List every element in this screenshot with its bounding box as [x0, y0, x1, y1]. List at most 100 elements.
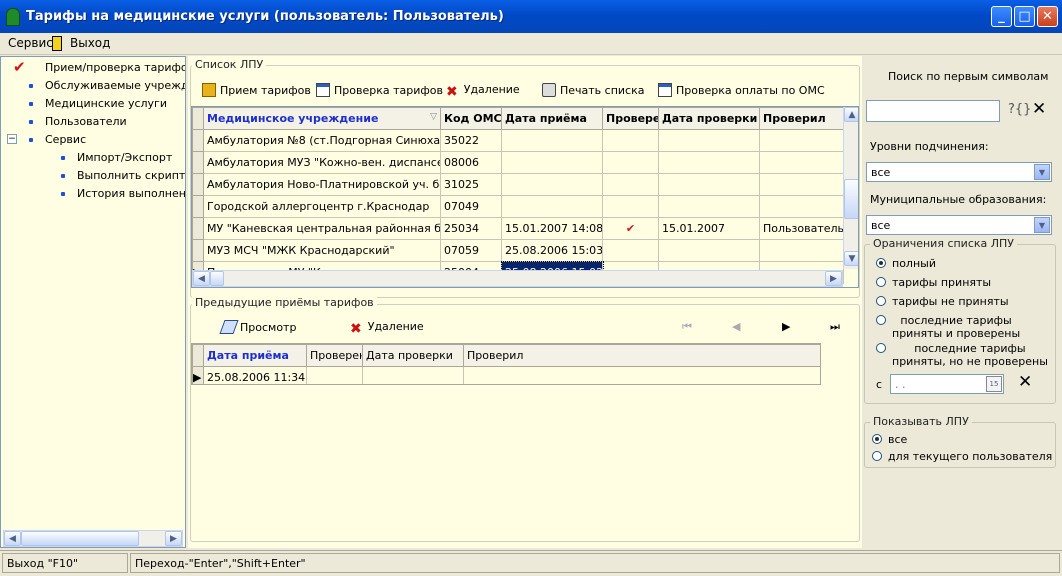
cell-oms-code[interactable]: 31025 — [440, 173, 502, 196]
cell-oms-code[interactable]: 07049 — [440, 195, 502, 218]
menu-service[interactable]: Сервис — [8, 36, 53, 50]
tree-item[interactable]: − Сервис — [1, 131, 185, 149]
cell-checked[interactable]: ✔ — [602, 217, 659, 240]
scroll-up-button[interactable]: ▲ — [844, 107, 858, 122]
cell-oms-code[interactable]: 25034 — [440, 217, 502, 240]
table-row[interactable]: ▶25.08.2006 11:34:52 — [192, 366, 820, 384]
cell-check-date[interactable]: 15.01.2007 — [658, 217, 760, 240]
radio-button[interactable] — [872, 451, 882, 461]
radio-button[interactable] — [876, 258, 886, 268]
cell-institution[interactable]: Амбулатория №8 (ст.Подгорная Синюха), От… — [203, 129, 441, 152]
tree-item[interactable]: Медицинские услуги — [1, 95, 185, 113]
tree-item[interactable]: Выполнить скрипт — [1, 167, 185, 185]
cell-checker[interactable] — [759, 129, 844, 152]
column-header[interactable]: Проверил — [759, 107, 844, 130]
maximize-button[interactable]: □ — [1014, 6, 1035, 27]
tree-item[interactable]: История выполнения скриптов — [1, 185, 185, 203]
title-bar[interactable]: Тарифы на медицинские услуги (пользовате… — [0, 0, 1062, 33]
column-header[interactable]: Код ОМС — [440, 107, 502, 130]
cell-check-date[interactable] — [658, 173, 760, 196]
cell-receive-date[interactable] — [501, 195, 603, 218]
scroll-down-button[interactable]: ▼ — [844, 251, 858, 266]
scroll-thumb[interactable] — [210, 271, 224, 286]
cell-checker[interactable] — [759, 239, 844, 262]
lpu-vscrollbar[interactable]: ▲ ▼ — [843, 107, 858, 269]
cell-institution[interactable]: Амбулатория МУЗ "Кожно-вен. диспансер", … — [203, 151, 441, 174]
table-row[interactable]: МУ "Каневская центральная районная больн… — [192, 217, 844, 240]
tree-item[interactable]: Импорт/Экспорт — [1, 149, 185, 167]
radio-button[interactable] — [876, 343, 886, 353]
scroll-thumb[interactable] — [844, 179, 858, 219]
chevron-down-icon[interactable]: ▼ — [1034, 217, 1050, 233]
radio-button[interactable] — [872, 434, 882, 444]
nav-prev-button[interactable]: ◀ — [732, 320, 740, 333]
clear-search-icon[interactable]: ✕ — [1032, 99, 1046, 119]
levels-select[interactable]: все ▼ — [866, 162, 1052, 182]
column-header[interactable]: Проверен — [602, 107, 659, 130]
cell-institution[interactable]: Городской аллергоцентр г.Краснодар — [203, 195, 441, 218]
scroll-thumb[interactable] — [21, 531, 139, 546]
cell-receive-date[interactable]: 25.08.2006 15:03:10 — [501, 239, 603, 262]
column-header[interactable]: Медицинское учреждение ▽ — [203, 107, 441, 130]
cell-check-date[interactable] — [658, 129, 760, 152]
column-header[interactable]: Дата приёма — [501, 107, 603, 130]
from-date-input[interactable]: . . 15 — [890, 374, 1004, 394]
cell-checker[interactable] — [463, 366, 820, 384]
cell-check-date[interactable] — [658, 195, 760, 218]
delete-button[interactable]: ✖ Удаление — [446, 83, 520, 100]
scroll-left-button[interactable]: ◀ — [193, 271, 210, 286]
cell-check_date[interactable] — [362, 366, 464, 384]
search-help-icon[interactable]: ?{} — [1008, 102, 1031, 117]
prev-delete-button[interactable]: ✖ Удаление — [350, 320, 424, 337]
table-row[interactable]: Амбулатория МУЗ "Кожно-вен. диспансер", … — [192, 151, 844, 174]
cell-date[interactable]: 25.08.2006 11:34:52 — [203, 366, 307, 384]
nav-first-button[interactable]: ⏮ — [682, 320, 692, 334]
tree-item[interactable]: Обслуживаемые учреждения — [1, 77, 185, 95]
view-button[interactable]: Просмотр — [219, 320, 296, 334]
receive-tariffs-button[interactable]: Прием тарифов — [202, 83, 311, 97]
check-tariffs-button[interactable]: Проверка тарифов — [316, 83, 443, 97]
cell-institution[interactable]: МУ "Каневская центральная районная больн… — [203, 217, 441, 240]
tree-item[interactable]: ✔ Прием/проверка тарифов — [1, 59, 185, 77]
column-header[interactable]: Дата приёма — [203, 344, 307, 367]
check-payment-button[interactable]: Проверка оплаты по ОМС — [658, 83, 825, 97]
cell-receive-date[interactable] — [501, 129, 603, 152]
cell-institution[interactable]: МУЗ МСЧ "МЖК Краснодарский" — [203, 239, 441, 262]
close-button[interactable]: ✕ — [1037, 6, 1058, 27]
munic-select[interactable]: все ▼ — [866, 215, 1052, 235]
tree-item[interactable]: Пользователи — [1, 113, 185, 131]
nav-next-button[interactable]: ▶ — [782, 320, 790, 333]
radio-option[interactable]: последние тарифы приняты, но не проверен… — [876, 342, 1048, 372]
radio-button[interactable] — [876, 296, 886, 306]
cell-receive-date[interactable]: 15.01.2007 14:08:52 — [501, 217, 603, 240]
cell-receive-date[interactable] — [501, 151, 603, 174]
minimize-button[interactable]: _ — [991, 6, 1012, 27]
table-row[interactable]: МУЗ МСЧ "МЖК Краснодарский" 07059 25.08.20… — [192, 239, 844, 262]
column-header[interactable]: Проверил — [463, 344, 820, 367]
cell-oms-code[interactable]: 08006 — [440, 151, 502, 174]
table-row[interactable]: Амбулатория Ново-Платнировской уч. б-цы,… — [192, 173, 844, 196]
cell-checked[interactable] — [306, 366, 363, 384]
column-header[interactable]: Дата проверки — [658, 107, 760, 130]
cell-checked[interactable] — [602, 195, 659, 218]
table-row[interactable]: Амбулатория №8 (ст.Подгорная Синюха), От… — [192, 129, 844, 152]
cell-checked[interactable] — [602, 151, 659, 174]
radio-button[interactable] — [876, 315, 886, 325]
clear-date-icon[interactable]: ✕ — [1018, 372, 1032, 392]
column-header[interactable]: Дата проверки — [362, 344, 464, 367]
cell-receive-date[interactable] — [501, 173, 603, 196]
radio-option[interactable]: для текущего пользователя — [872, 450, 1052, 480]
cell-check-date[interactable] — [658, 239, 760, 262]
cell-checker[interactable] — [759, 173, 844, 196]
scroll-left-button[interactable]: ◀ — [4, 531, 21, 546]
chevron-down-icon[interactable]: ▼ — [1034, 164, 1050, 180]
cell-checker[interactable] — [759, 195, 844, 218]
radio-option[interactable]: последние тарифы приняты и проверены — [876, 314, 1046, 344]
cell-checker[interactable] — [759, 151, 844, 174]
radio-button[interactable] — [876, 277, 886, 287]
cell-institution[interactable]: Амбулатория Ново-Платнировской уч. б-цы,… — [203, 173, 441, 196]
cell-checked[interactable] — [602, 173, 659, 196]
cell-oms-code[interactable]: 07059 — [440, 239, 502, 262]
table-row[interactable]: Городской аллергоцентр г.Краснодар 07049 — [192, 195, 844, 218]
nav-last-button[interactable]: ⏭ — [830, 320, 840, 334]
